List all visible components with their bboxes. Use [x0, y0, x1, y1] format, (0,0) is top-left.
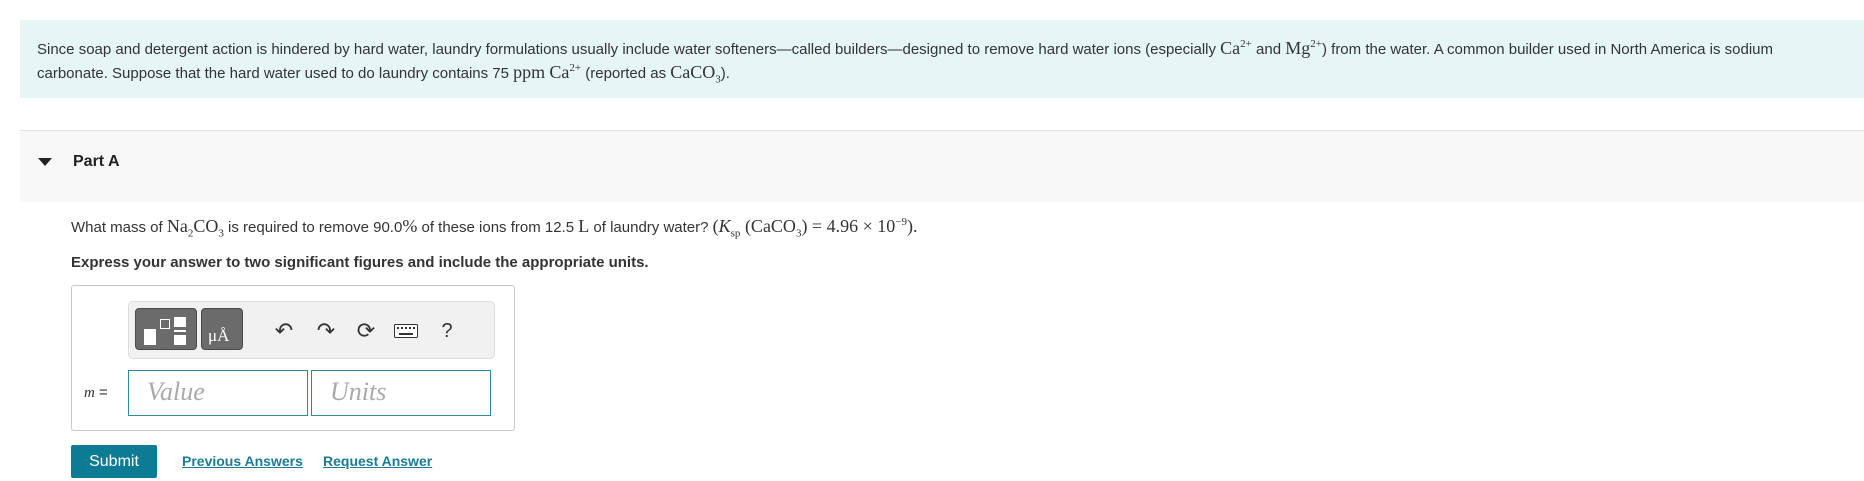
ca-charge: 2+ — [1240, 38, 1252, 50]
ksp-close: ). — [906, 216, 918, 236]
mg-symbol: Mg — [1285, 38, 1311, 58]
keyboard-icon-svg — [394, 324, 418, 338]
ppm-unit: ppm — [513, 62, 546, 82]
percent-sign: % — [402, 216, 418, 236]
ksp-value: ) = 4.96 × 10 — [801, 216, 896, 236]
collapse-caret-icon[interactable] — [38, 158, 52, 166]
undo-icon[interactable]: ↶ — [269, 316, 299, 346]
answer-box: μÅ ↶ ↷ ⟳ ? m = Value Units — [71, 285, 515, 431]
mg-ion: Mg2+ — [1285, 38, 1322, 58]
variable-symbol: m — [84, 385, 95, 401]
variable-equals: = — [94, 384, 108, 401]
na-symbol: Na — [166, 216, 188, 236]
keyboard-icon[interactable] — [391, 316, 421, 346]
templates-button[interactable] — [135, 308, 197, 350]
units-input[interactable]: Units — [311, 370, 491, 416]
ca-ion: Ca2+ — [1220, 38, 1252, 58]
help-icon[interactable]: ? — [432, 316, 462, 346]
units-button[interactable]: μÅ — [201, 308, 243, 350]
math-toolbar: μÅ ↶ ↷ ⟳ ? — [128, 301, 495, 359]
na2co3-formula: Na2CO3 — [166, 216, 224, 239]
ksp-expression: (Ksp (CaCO3) = 4.96 × 10−9). — [713, 216, 918, 239]
value-input[interactable]: Value — [128, 370, 308, 416]
intro-text-1: Since soap and detergent action is hinde… — [37, 41, 1221, 58]
units-icon: μÅ — [208, 326, 230, 345]
answer-instruction: Express your answer to two significant f… — [71, 254, 649, 271]
question-text-2: is required to remove 90.0 — [223, 219, 403, 236]
question-text-3: of these ions from 12.5 — [417, 219, 579, 236]
part-title: Part A — [73, 153, 120, 170]
part-a-header[interactable]: Part A — [20, 131, 1864, 202]
ksp-k: K — [718, 216, 731, 236]
reset-icon[interactable]: ⟳ — [351, 316, 381, 346]
liter-unit: L — [578, 216, 590, 236]
ksp-subscript: sp — [730, 227, 741, 240]
ca-ion-2: Ca2+ — [549, 62, 581, 82]
intro-text: Since soap and detergent action is hinde… — [37, 37, 1837, 85]
question-text-4: of laundry water? — [589, 219, 713, 236]
caco3-symbol: CaCO — [670, 62, 716, 82]
request-answer-link[interactable]: Request Answer — [323, 453, 432, 469]
answer-variable: m = — [84, 384, 108, 402]
previous-answers-link[interactable]: Previous Answers — [182, 453, 303, 469]
ksp-exponent: −9 — [895, 216, 907, 228]
intro-text-4: ). — [720, 65, 730, 82]
submit-button[interactable]: Submit — [71, 445, 157, 478]
redo-icon[interactable]: ↷ — [311, 316, 341, 346]
ca-symbol: Ca — [1220, 38, 1241, 58]
question-text: What mass of Na2CO3 is required to remov… — [71, 216, 918, 239]
ksp-caco: (CaCO — [740, 216, 796, 236]
intro-text-3: (reported as — [581, 65, 671, 82]
mg-charge: 2+ — [1310, 38, 1322, 50]
ca-charge-2: 2+ — [569, 62, 582, 74]
problem-intro: Since soap and detergent action is hinde… — [20, 20, 1864, 98]
intro-and: and — [1251, 41, 1286, 58]
co-symbol: CO — [193, 216, 219, 236]
question-text-1: What mass of — [71, 219, 167, 236]
ca-symbol-2: Ca — [549, 62, 570, 82]
caco3-formula: CaCO3 — [670, 62, 721, 85]
